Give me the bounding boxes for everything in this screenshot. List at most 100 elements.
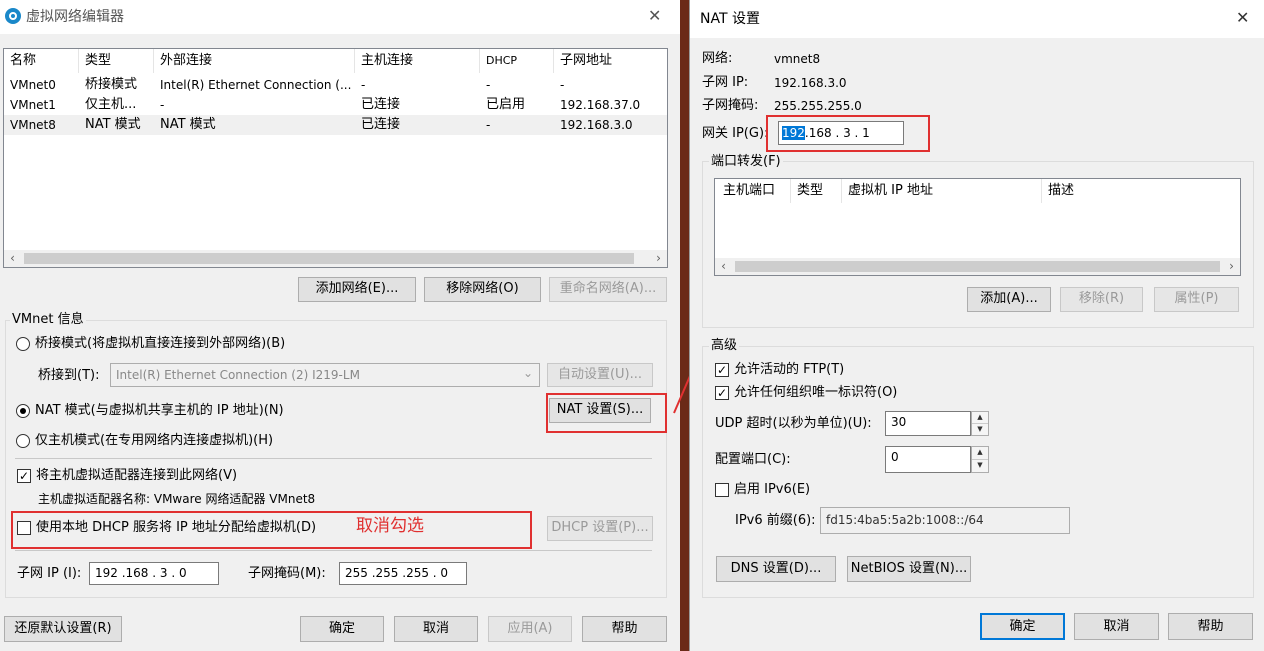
subnet-ip-label: 子网 IP (I): — [17, 566, 82, 581]
nat-title-bar — [690, 0, 1264, 38]
pf-horizontal-scrollbar[interactable]: ‹ › — [715, 258, 1240, 275]
dhcp-settings-button[interactable]: DHCP 设置(P)... — [547, 516, 653, 541]
subnet-mask-value: 255.255.255.0 — [774, 99, 862, 113]
nat-settings-window: NAT 设置 ✕ 网络: vmnet8 子网 IP: 192.168.3.0 子… — [689, 0, 1264, 651]
cell-host: 已连接 — [361, 97, 401, 112]
enable-ipv6-label[interactable]: 启用 IPv6(E) — [734, 482, 810, 498]
allow-ftp-checkbox[interactable]: ✓ — [715, 363, 729, 377]
connect-host-adapter-checkbox[interactable]: ✓ — [17, 469, 31, 483]
port-forwarding-table[interactable]: 主机端口 类型 虚拟机 IP 地址 描述 ‹ › — [714, 178, 1241, 276]
subnet-mask-input[interactable]: 255 .255 .255 . 0 — [339, 562, 467, 585]
config-port-input[interactable]: 0 — [885, 446, 971, 473]
spin-up-icon[interactable]: ▲ — [972, 447, 988, 460]
pf-header-description[interactable]: 描述 — [1042, 179, 1240, 203]
config-port-spinner[interactable]: ▲ ▼ — [971, 446, 989, 473]
help-button[interactable]: 帮助 — [582, 616, 667, 642]
allow-oui-checkbox[interactable]: ✓ — [715, 386, 729, 400]
rename-network-button[interactable]: 重命名网络(A)... — [549, 277, 667, 302]
spin-down-icon[interactable]: ▼ — [972, 460, 988, 473]
col-header-subnet[interactable]: 子网地址 — [554, 49, 667, 73]
scroll-left-icon[interactable]: ‹ — [4, 250, 21, 267]
pf-header-type[interactable]: 类型 — [791, 179, 842, 203]
cell-subnet: 192.168.37.0 — [560, 98, 641, 112]
col-header-name[interactable]: 名称 — [4, 49, 79, 73]
col-header-external[interactable]: 外部连接 — [154, 49, 355, 73]
nat-settings-highlight — [546, 393, 667, 433]
table-row[interactable]: VMnet1 仅主机... - 已连接 已启用 192.168.37.0 — [4, 95, 667, 115]
cell-host: - — [361, 78, 366, 92]
udp-timeout-label: UDP 超时(以秒为单位)(U): — [715, 416, 872, 431]
nat-window-title: NAT 设置 — [700, 11, 760, 27]
table-row-selected[interactable]: VMnet8 NAT 模式 NAT 模式 已连接 - 192.168.3.0 — [4, 115, 667, 135]
bridge-mode-label[interactable]: 桥接模式(将虚拟机直接连接到外部网络)(B) — [35, 336, 285, 352]
scroll-left-icon[interactable]: ‹ — [715, 258, 732, 275]
nat-mode-label[interactable]: NAT 模式(与虚拟机共享主机的 IP 地址)(N) — [35, 403, 284, 419]
table-row[interactable]: VMnet0 桥接模式 Intel(R) Ethernet Connection… — [4, 75, 667, 95]
vmware-network-icon — [5, 8, 21, 24]
scrollbar-thumb[interactable] — [735, 261, 1220, 272]
cancel-button[interactable]: 取消 — [394, 616, 478, 642]
vmnet-info-group — [5, 320, 667, 598]
divider — [15, 550, 652, 551]
udp-timeout-spinner[interactable]: ▲ ▼ — [971, 411, 989, 436]
close-icon[interactable]: ✕ — [648, 8, 661, 24]
udp-timeout-input[interactable]: 30 — [885, 411, 971, 436]
nat-ok-button[interactable]: 确定 — [980, 613, 1065, 640]
host-adapter-name: 主机虚拟适配器名称: VMware 网络适配器 VMnet8 — [38, 492, 316, 506]
allow-ftp-label[interactable]: 允许活动的 FTP(T) — [734, 362, 844, 378]
nat-help-button[interactable]: 帮助 — [1168, 613, 1253, 640]
host-only-radio[interactable] — [16, 434, 30, 448]
cell-name: VMnet8 — [10, 118, 56, 132]
scroll-right-icon[interactable]: › — [1223, 258, 1240, 275]
allow-oui-label[interactable]: 允许任何组织唯一标识符(O) — [734, 385, 897, 401]
col-header-dhcp[interactable]: DHCP — [480, 49, 554, 73]
scroll-right-icon[interactable]: › — [650, 250, 667, 267]
add-network-button[interactable]: 添加网络(E)... — [298, 277, 416, 302]
nat-mode-radio[interactable] — [16, 404, 30, 418]
connect-host-adapter-label[interactable]: 将主机虚拟适配器连接到此网络(V) — [36, 468, 237, 484]
cell-type: 桥接模式 — [85, 77, 138, 92]
scrollbar-thumb[interactable] — [24, 253, 634, 264]
remove-port-button[interactable]: 移除(R) — [1060, 287, 1143, 312]
add-port-button[interactable]: 添加(A)... — [967, 287, 1051, 312]
nat-cancel-button[interactable]: 取消 — [1074, 613, 1159, 640]
ipv6-prefix-input[interactable]: fd15:4ba5:5a2b:1008::/64 — [820, 507, 1070, 534]
advanced-label: 高级 — [709, 338, 740, 354]
subnet-ip-label: 子网 IP: — [702, 75, 749, 90]
close-icon[interactable]: ✕ — [1236, 10, 1249, 26]
subnet-mask-label: 子网掩码: — [702, 98, 759, 113]
bridge-to-label: 桥接到(T): — [38, 368, 100, 383]
cell-type: NAT 模式 — [85, 117, 141, 132]
spin-down-icon[interactable]: ▼ — [972, 424, 988, 436]
cell-external: NAT 模式 — [160, 117, 216, 132]
dns-settings-button[interactable]: DNS 设置(D)... — [716, 556, 836, 582]
cell-external: - — [160, 98, 165, 112]
col-header-host[interactable]: 主机连接 — [355, 49, 480, 73]
port-forwarding-label: 端口转发(F) — [709, 154, 783, 170]
pf-header-host-port[interactable]: 主机端口 — [715, 179, 791, 203]
subnet-ip-value: 192.168.3.0 — [774, 76, 847, 90]
enable-ipv6-checkbox[interactable] — [715, 483, 729, 497]
col-header-type[interactable]: 类型 — [79, 49, 154, 73]
ipv6-prefix-label: IPv6 前缀(6): — [735, 513, 816, 528]
bridge-mode-radio[interactable] — [16, 337, 30, 351]
auto-settings-button[interactable]: 自动设置(U)... — [547, 363, 653, 387]
properties-button[interactable]: 属性(P) — [1154, 287, 1239, 312]
spin-up-icon[interactable]: ▲ — [972, 412, 988, 424]
netbios-settings-button[interactable]: NetBIOS 设置(N)... — [847, 556, 971, 582]
network-label: 网络: — [702, 51, 733, 66]
gateway-ip-label: 网关 IP(G): — [702, 126, 769, 141]
subnet-ip-input[interactable]: 192 .168 . 3 . 0 — [89, 562, 219, 585]
horizontal-scrollbar[interactable]: ‹ › — [4, 250, 667, 267]
cell-subnet: 192.168.3.0 — [560, 118, 633, 132]
bridge-to-select[interactable]: Intel(R) Ethernet Connection (2) I219-LM… — [110, 363, 540, 387]
host-only-label[interactable]: 仅主机模式(在专用网络内连接虚拟机)(H) — [35, 433, 273, 449]
vmnet-info-label: VMnet 信息 — [10, 312, 86, 328]
apply-button[interactable]: 应用(A) — [488, 616, 572, 642]
network-table[interactable]: 名称 类型 外部连接 主机连接 DHCP 子网地址 VMnet0 桥接模式 In… — [3, 48, 668, 268]
pf-header-vm-ip[interactable]: 虚拟机 IP 地址 — [842, 179, 1042, 203]
ok-button[interactable]: 确定 — [300, 616, 384, 642]
restore-defaults-button[interactable]: 还原默认设置(R) — [4, 616, 122, 642]
remove-network-button[interactable]: 移除网络(O) — [424, 277, 541, 302]
config-port-label: 配置端口(C): — [715, 452, 791, 467]
